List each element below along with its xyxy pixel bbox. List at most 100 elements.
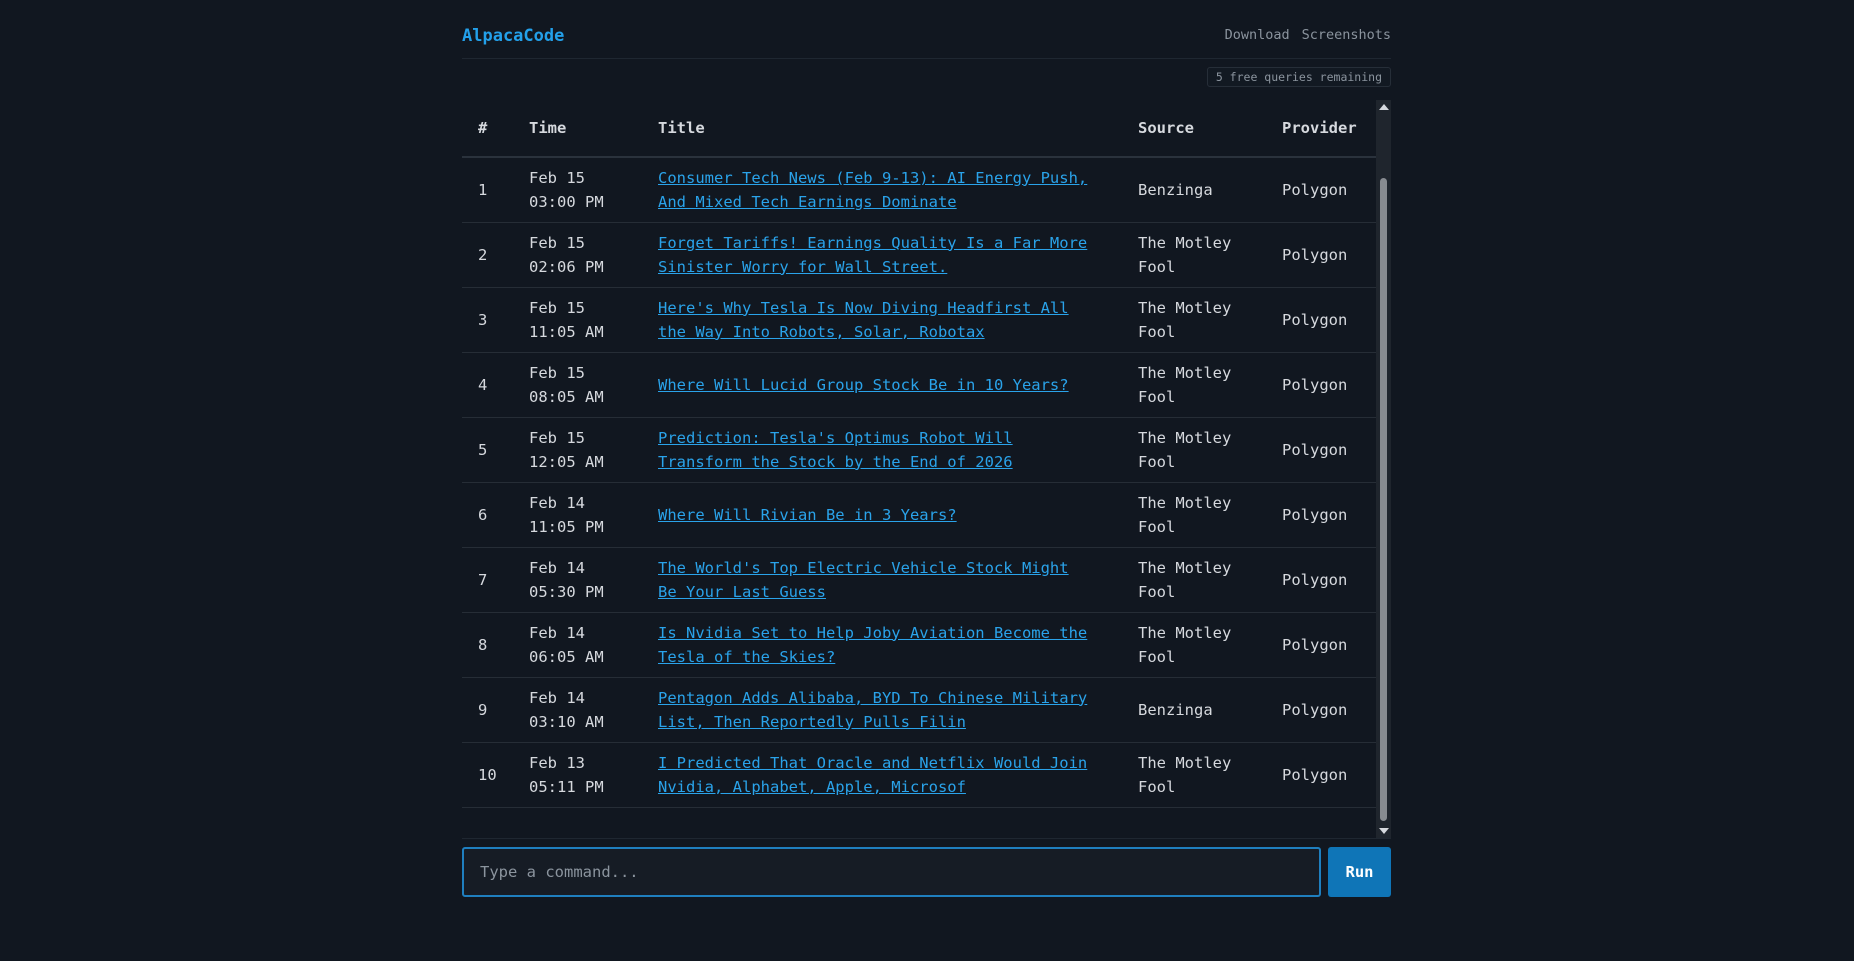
source-line-1: The Motley: [1138, 753, 1232, 772]
source-line-1: Benzinga: [1138, 700, 1213, 719]
title-line-1[interactable]: Consumer Tech News (Feb 9-13): AI Energy…: [658, 169, 1087, 187]
title-line-1[interactable]: I Predicted That Oracle and Netflix Woul…: [658, 754, 1087, 772]
row-provider: Polygon: [1266, 547, 1376, 613]
row-title: I Predicted That Oracle and Netflix Woul…: [642, 742, 1122, 808]
header-source: Source: [1122, 100, 1266, 158]
title-line-1[interactable]: Here's Why Tesla Is Now Diving Headfirst…: [658, 299, 1069, 317]
row-source: The Motley Fool: [1122, 547, 1266, 613]
article-link[interactable]: Where Will Lucid Group Stock Be in 10 Ye…: [658, 376, 1069, 394]
row-number: 8: [462, 612, 513, 678]
brand-logo[interactable]: AlpacaCode: [462, 26, 564, 46]
row-source: The Motley Fool: [1122, 287, 1266, 353]
title-line-2[interactable]: List, Then Reportedly Pulls Filin: [658, 713, 966, 731]
table-row: 10 Feb 13 05:11 PM I Predicted That Oracle …: [462, 742, 1376, 808]
source-line-1: The Motley: [1138, 558, 1232, 577]
title-line-1[interactable]: Forget Tariffs! Earnings Quality Is a Fa…: [658, 234, 1087, 252]
row-provider: Polygon: [1266, 482, 1376, 548]
news-table: # Time Title Source Provider 1 Feb 15 03:0…: [462, 100, 1376, 808]
title-line-2[interactable]: And Mixed Tech Earnings Dominate: [658, 193, 957, 211]
article-link[interactable]: Is Nvidia Set to Help Joby Aviation Beco…: [658, 624, 1087, 666]
scrollbar-thumb[interactable]: [1380, 178, 1387, 821]
article-link[interactable]: Consumer Tech News (Feb 9-13): AI Energy…: [658, 169, 1087, 211]
scroll-down-arrow-icon[interactable]: [1379, 828, 1389, 834]
source-line-2: Fool: [1138, 777, 1176, 796]
row-provider: Polygon: [1266, 287, 1376, 353]
row-time: Feb 13 05:11 PM: [513, 742, 642, 808]
article-link[interactable]: Forget Tariffs! Earnings Quality Is a Fa…: [658, 234, 1087, 276]
command-input[interactable]: [462, 847, 1321, 897]
article-link[interactable]: Where Will Rivian Be in 3 Years?: [658, 506, 957, 524]
title-line-1[interactable]: Pentagon Adds Alibaba, BYD To Chinese Mi…: [658, 689, 1087, 707]
row-clock: 12:05 AM: [529, 452, 604, 471]
title-line-2[interactable]: Be Your Last Guess: [658, 583, 826, 601]
app-container: AlpacaCode Download Screenshots 5 free q…: [462, 0, 1391, 897]
row-date: Feb 15: [529, 363, 585, 382]
title-line-1[interactable]: Where Will Lucid Group Stock Be in 10 Ye…: [658, 376, 1069, 394]
row-number: 5: [462, 417, 513, 483]
row-provider: Polygon: [1266, 417, 1376, 483]
row-title: Where Will Rivian Be in 3 Years?: [642, 482, 1122, 548]
source-line-2: Fool: [1138, 517, 1176, 536]
row-title: Here's Why Tesla Is Now Diving Headfirst…: [642, 287, 1122, 353]
row-source: The Motley Fool: [1122, 742, 1266, 808]
title-line-1[interactable]: The World's Top Electric Vehicle Stock M…: [658, 559, 1069, 577]
article-link[interactable]: The World's Top Electric Vehicle Stock M…: [658, 559, 1069, 601]
article-link[interactable]: Pentagon Adds Alibaba, BYD To Chinese Mi…: [658, 689, 1087, 731]
source-line-1: The Motley: [1138, 233, 1232, 252]
header-provider: Provider: [1266, 100, 1376, 158]
row-number: 7: [462, 547, 513, 613]
title-line-1[interactable]: Where Will Rivian Be in 3 Years?: [658, 506, 957, 524]
source-line-2: Fool: [1138, 257, 1176, 276]
row-clock: 02:06 PM: [529, 257, 604, 276]
run-button[interactable]: Run: [1328, 847, 1391, 897]
nav-download-link[interactable]: Download: [1225, 27, 1290, 43]
table-scrollbar[interactable]: [1376, 100, 1391, 838]
title-line-2[interactable]: Nvidia, Alphabet, Apple, Microsof: [658, 778, 966, 796]
nav-screenshots-link[interactable]: Screenshots: [1302, 27, 1391, 43]
row-provider: Polygon: [1266, 677, 1376, 743]
title-line-2[interactable]: Transform the Stock by the End of 2026: [658, 453, 1013, 471]
table-row: 6 Feb 14 11:05 PM Where Will Rivian Be in 3…: [462, 482, 1376, 548]
row-clock: 06:05 AM: [529, 647, 604, 666]
table-row: 5 Feb 15 12:05 AM Prediction: Tesla's Optim…: [462, 417, 1376, 483]
article-link[interactable]: Prediction: Tesla's Optimus Robot Will Tr…: [658, 429, 1013, 471]
quota-badge: 5 free queries remaining: [1206, 66, 1391, 87]
row-title: The World's Top Electric Vehicle Stock M…: [642, 547, 1122, 613]
row-provider: Polygon: [1266, 222, 1376, 288]
title-line-2[interactable]: the Way Into Robots, Solar, Robotax: [658, 323, 985, 341]
row-source: The Motley Fool: [1122, 352, 1266, 418]
article-link[interactable]: I Predicted That Oracle and Netflix Woul…: [658, 754, 1087, 796]
source-line-1: The Motley: [1138, 428, 1232, 447]
title-line-1[interactable]: Prediction: Tesla's Optimus Robot Will: [658, 429, 1013, 447]
title-line-1[interactable]: Is Nvidia Set to Help Joby Aviation Beco…: [658, 624, 1087, 642]
table-row: 4 Feb 15 08:05 AM Where Will Lucid Group St…: [462, 352, 1376, 418]
row-date: Feb 15: [529, 428, 585, 447]
header-title: Title: [642, 100, 1122, 158]
command-bar: Run: [462, 847, 1391, 897]
row-clock: 05:30 PM: [529, 582, 604, 601]
row-date: Feb 15: [529, 168, 585, 187]
row-date: Feb 13: [529, 753, 585, 772]
top-nav: Download Screenshots: [1225, 27, 1391, 43]
table-row: 8 Feb 14 06:05 AM Is Nvidia Set to Help Job…: [462, 612, 1376, 678]
title-line-2[interactable]: Tesla of the Skies?: [658, 648, 835, 666]
row-number: 1: [462, 157, 513, 223]
source-line-2: Fool: [1138, 387, 1176, 406]
article-link[interactable]: Here's Why Tesla Is Now Diving Headfirst…: [658, 299, 1069, 341]
source-line-2: Fool: [1138, 647, 1176, 666]
row-clock: 03:10 AM: [529, 712, 604, 731]
source-line-2: Fool: [1138, 582, 1176, 601]
row-clock: 08:05 AM: [529, 387, 604, 406]
scroll-up-arrow-icon[interactable]: [1379, 104, 1389, 110]
row-source: The Motley Fool: [1122, 417, 1266, 483]
row-number: 10: [462, 742, 513, 808]
row-time: Feb 15 11:05 AM: [513, 287, 642, 353]
top-bar: AlpacaCode Download Screenshots: [462, 0, 1391, 59]
results-panel: # Time Title Source Provider 1 Feb 15 03:0…: [462, 100, 1391, 839]
row-clock: 03:00 PM: [529, 192, 604, 211]
title-line-2[interactable]: Sinister Worry for Wall Street.: [658, 258, 947, 276]
source-line-2: Fool: [1138, 452, 1176, 471]
row-number: 2: [462, 222, 513, 288]
table-header-row: # Time Title Source Provider: [462, 100, 1376, 158]
row-date: Feb 14: [529, 623, 585, 642]
